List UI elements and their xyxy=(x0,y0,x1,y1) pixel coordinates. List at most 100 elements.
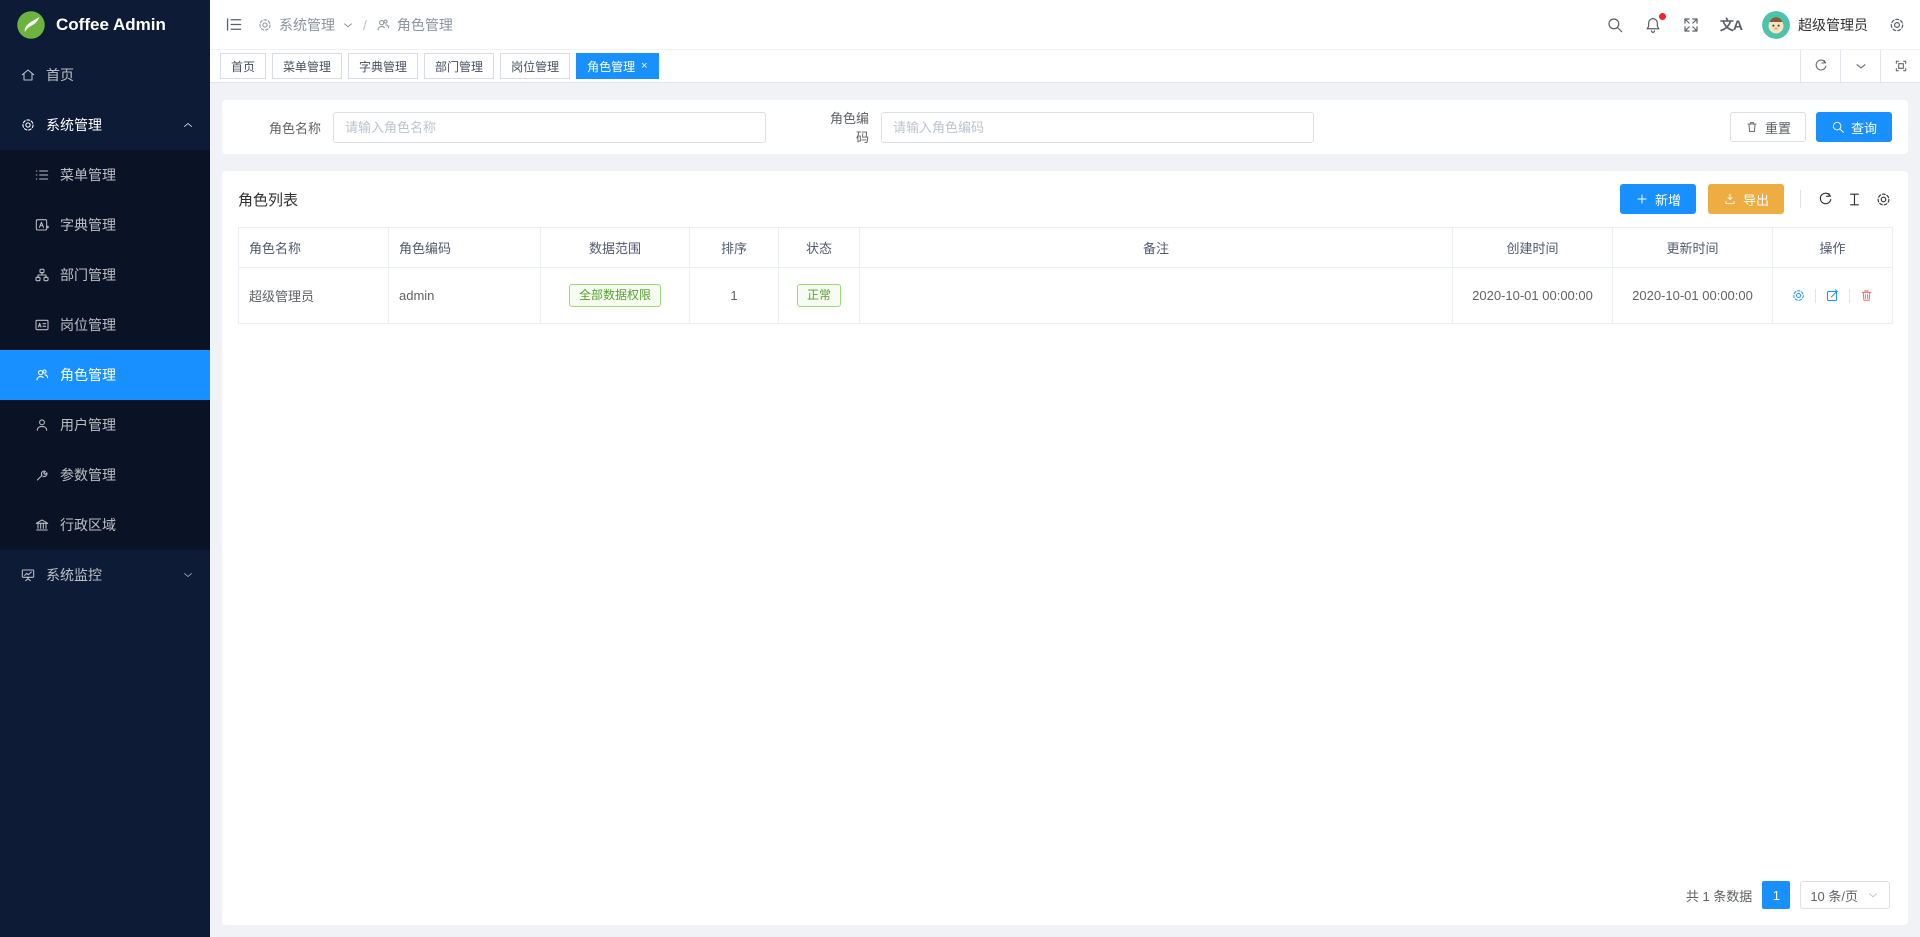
sidebar-item-system[interactable]: 系统管理 xyxy=(0,100,210,150)
sidebar-item-dict-mgmt[interactable]: 字典管理 xyxy=(0,200,210,250)
breadcrumb-text: 角色管理 xyxy=(397,15,453,35)
breadcrumb: 系统管理 / 角色管理 xyxy=(257,15,453,35)
navbar-left: 系统管理 / 角色管理 xyxy=(224,15,453,35)
data-scope-tag: 全部数据权限 xyxy=(569,284,661,308)
col-header-data-scope: 数据范围 xyxy=(541,228,690,268)
table-refresh-icon[interactable] xyxy=(1817,191,1834,208)
app-logo: Coffee Admin xyxy=(0,0,210,50)
tab-label: 字典管理 xyxy=(359,58,407,75)
form-buttons: 重置 查询 xyxy=(1730,112,1908,142)
export-button[interactable]: 导出 xyxy=(1708,184,1784,214)
home-icon xyxy=(20,67,36,83)
add-button[interactable]: 新增 xyxy=(1620,184,1696,214)
column-settings-gear-icon[interactable] xyxy=(1875,191,1892,208)
role-name-input[interactable] xyxy=(333,112,766,143)
sidebar-collapse-icon[interactable] xyxy=(224,15,243,34)
pagination-page-1[interactable]: 1 xyxy=(1762,881,1790,909)
role-table: 角色名称 角色编码 数据范围 排序 状态 备注 创建时间 更新时间 操作 xyxy=(238,227,1893,324)
user-menu[interactable]: 超级管理员 xyxy=(1762,11,1868,39)
menu-list-icon xyxy=(34,167,50,183)
query-button[interactable]: 查询 xyxy=(1816,112,1892,142)
sidebar-item-label: 岗位管理 xyxy=(60,315,116,335)
sidebar-item-label: 系统管理 xyxy=(46,115,102,135)
tab-refresh-icon[interactable] xyxy=(1800,50,1840,82)
col-header-updated: 更新时间 xyxy=(1613,228,1773,268)
row-edit-icon[interactable] xyxy=(1825,288,1840,303)
chevron-down-icon xyxy=(1866,888,1880,902)
tab-label: 岗位管理 xyxy=(511,58,559,75)
org-tree-icon xyxy=(34,267,50,283)
cell-role-code: admin xyxy=(389,268,541,324)
sidebar-item-param-mgmt[interactable]: 参数管理 xyxy=(0,450,210,500)
sidebar-item-label: 字典管理 xyxy=(60,215,116,235)
wrench-icon xyxy=(34,467,50,483)
tab-home[interactable]: 首页 xyxy=(220,53,266,79)
row-height-icon[interactable] xyxy=(1846,191,1863,208)
form-item-role-code: 角色编码 xyxy=(766,108,1314,146)
tab-role-mgmt[interactable]: 角色管理 × xyxy=(576,53,658,79)
reset-button[interactable]: 重置 xyxy=(1730,112,1806,142)
page-size-select[interactable]: 10 条/页 xyxy=(1800,881,1890,909)
sidebar-item-dept-mgmt[interactable]: 部门管理 xyxy=(0,250,210,300)
search-icon xyxy=(1831,120,1845,134)
notification-bell-icon[interactable] xyxy=(1644,16,1662,34)
tab-menu-mgmt[interactable]: 菜单管理 xyxy=(272,53,342,79)
cell-status: 正常 xyxy=(779,268,860,324)
col-header-role-name: 角色名称 xyxy=(239,228,389,268)
sidebar-item-role-mgmt[interactable]: 角色管理 xyxy=(0,350,210,400)
col-header-remark: 备注 xyxy=(860,228,1453,268)
search-icon[interactable] xyxy=(1606,16,1624,34)
row-delete-trash-icon[interactable] xyxy=(1859,288,1874,303)
chevron-down-icon xyxy=(182,569,194,581)
role-code-input[interactable] xyxy=(881,112,1314,143)
breadcrumb-level1[interactable]: 系统管理 xyxy=(257,15,355,35)
col-header-sort: 排序 xyxy=(690,228,779,268)
sidebar: Coffee Admin 首页 系统管理 菜单管理 字典管理 xyxy=(0,0,210,937)
tab-dict-mgmt[interactable]: 字典管理 xyxy=(348,53,418,79)
cell-role-name: 超级管理员 xyxy=(239,268,389,324)
card-header: 角色列表 新增 导出 xyxy=(238,171,1892,227)
download-icon xyxy=(1723,192,1737,206)
sidebar-item-home[interactable]: 首页 xyxy=(0,50,210,100)
settings-gear-icon[interactable] xyxy=(1888,16,1906,34)
tab-close-icon[interactable]: × xyxy=(641,61,647,72)
tab-dropdown-chevron-icon[interactable] xyxy=(1840,50,1880,82)
fullscreen-icon[interactable] xyxy=(1682,16,1700,34)
sidebar-item-region-mgmt[interactable]: 行政区域 xyxy=(0,500,210,550)
pagination: 共 1 条数据 1 10 条/页 xyxy=(238,867,1892,925)
gear-icon xyxy=(257,17,273,33)
dictionary-icon xyxy=(34,217,50,233)
cell-created: 2020-10-01 00:00:00 xyxy=(1453,268,1613,324)
row-permission-gear-icon[interactable] xyxy=(1791,288,1806,303)
app-root: Coffee Admin 首页 系统管理 菜单管理 字典管理 xyxy=(0,0,1920,937)
tab-label: 菜单管理 xyxy=(283,58,331,75)
avatar xyxy=(1762,11,1790,39)
breadcrumb-separator: / xyxy=(363,17,367,33)
tab-post-mgmt[interactable]: 岗位管理 xyxy=(500,53,570,79)
col-header-created: 创建时间 xyxy=(1453,228,1613,268)
sidebar-item-post-mgmt[interactable]: 岗位管理 xyxy=(0,300,210,350)
language-translate-icon[interactable]: 文A xyxy=(1720,15,1742,35)
tab-dept-mgmt[interactable]: 部门管理 xyxy=(424,53,494,79)
sidebar-submenu-system: 菜单管理 字典管理 部门管理 岗位管理 角色管理 xyxy=(0,150,210,550)
reset-button-label: 重置 xyxy=(1765,118,1791,137)
cell-remark xyxy=(860,268,1453,324)
bank-icon xyxy=(34,517,50,533)
sidebar-item-monitor[interactable]: 系统监控 xyxy=(0,550,210,600)
sidebar-item-label: 系统监控 xyxy=(46,565,102,585)
op-divider xyxy=(1815,289,1816,303)
tabbar-controls xyxy=(1800,50,1920,82)
sidebar-item-user-mgmt[interactable]: 用户管理 xyxy=(0,400,210,450)
role-list-card: 角色列表 新增 导出 xyxy=(222,171,1908,925)
sidebar-item-label: 用户管理 xyxy=(60,415,116,435)
username-text: 超级管理员 xyxy=(1798,15,1868,35)
role-icon xyxy=(375,17,391,33)
role-code-label: 角色编码 xyxy=(821,108,881,146)
tab-label: 角色管理 xyxy=(587,58,635,75)
cell-operations xyxy=(1773,268,1893,324)
chevron-down-icon xyxy=(341,18,355,32)
sidebar-item-menu-mgmt[interactable]: 菜单管理 xyxy=(0,150,210,200)
cell-updated: 2020-10-01 00:00:00 xyxy=(1613,268,1773,324)
content-maximize-icon[interactable] xyxy=(1880,50,1920,82)
col-header-operations: 操作 xyxy=(1773,228,1893,268)
